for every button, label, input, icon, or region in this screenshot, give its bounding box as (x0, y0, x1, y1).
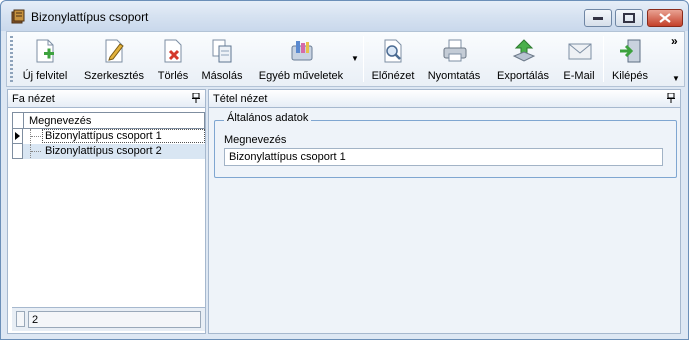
minimize-button[interactable] (584, 9, 612, 27)
email-icon (567, 38, 592, 64)
tree-pane-header[interactable]: Fa nézet (8, 90, 205, 108)
tree-row-label: Bizonylattípus csoport 2 (45, 145, 162, 157)
record-count: 2 (28, 311, 201, 328)
maximize-button[interactable] (615, 9, 643, 27)
toolbar-separator (363, 36, 364, 82)
edit-button[interactable]: Szerkesztés (80, 32, 148, 86)
preview-button[interactable]: Előnézet (369, 32, 417, 86)
toolbar-overflow-icon[interactable]: » (671, 34, 678, 48)
toolbar: Új felvitel Szerkesztés Törlés Másolás E (6, 31, 685, 87)
tree-column-label: Megnevezés (29, 115, 92, 127)
group-title: Általános adatok (224, 112, 312, 124)
copy-button[interactable]: Másolás (199, 32, 245, 86)
print-icon (442, 38, 467, 64)
pin-icon[interactable] (667, 93, 675, 103)
print-button[interactable]: Nyomtatás (424, 32, 484, 86)
name-field[interactable]: Bizonylattípus csoport 1 (224, 148, 663, 166)
window-title: Bizonylattípus csoport (31, 10, 149, 24)
export-button[interactable]: Exportálás (493, 32, 553, 86)
email-button[interactable]: E-Mail (559, 32, 599, 86)
current-row-arrow-icon (15, 132, 20, 140)
exit-icon (618, 38, 642, 64)
other-actions-icon (289, 38, 313, 64)
edit-label: Szerkesztés (84, 70, 144, 82)
row-indicator (12, 144, 23, 159)
detail-pane: Tétel nézet Általános adatok Megnevezés … (208, 89, 681, 334)
preview-icon (381, 38, 405, 64)
title-bar[interactable]: Bizonylattípus csoport (1, 1, 688, 31)
tree-column-header[interactable]: Megnevezés (12, 112, 205, 129)
tree-row[interactable]: Bizonylattípus csoport 2 (12, 144, 205, 159)
tree-row-label: Bizonylattípus csoport 1 (45, 130, 162, 142)
edit-icon (102, 38, 126, 64)
copy-label: Másolás (201, 70, 243, 82)
close-icon (659, 13, 671, 23)
toolbar-separator (603, 36, 604, 82)
exit-button[interactable]: Kilépés (608, 32, 652, 86)
preview-label: Előnézet (371, 70, 415, 82)
email-label: E-Mail (563, 70, 595, 82)
minimize-icon (593, 17, 603, 20)
new-record-button[interactable]: Új felvitel (19, 32, 71, 86)
other-actions-button[interactable]: Egyéb műveletek (253, 32, 349, 86)
tree-footer: 2 (12, 307, 205, 331)
new-record-label: Új felvitel (22, 70, 68, 82)
copy-icon (210, 38, 234, 64)
tree-row[interactable]: Bizonylattípus csoport 1 (12, 129, 205, 144)
export-icon (511, 38, 536, 64)
tree-pane: Fa nézet Megnevezés Bizonylattípus csopo… (7, 89, 206, 334)
export-label: Exportálás (497, 70, 549, 82)
detail-pane-title: Tétel nézet (213, 93, 268, 105)
pin-icon[interactable] (192, 93, 200, 103)
window: Bizonylattípus csoport Új felvitel Szerk… (0, 0, 689, 340)
dropdown-arrow-icon[interactable]: ▼ (351, 54, 359, 63)
delete-icon (161, 38, 185, 64)
toolbar-options-icon[interactable]: ▼ (672, 74, 680, 83)
print-label: Nyomtatás (427, 70, 481, 82)
close-button[interactable] (647, 9, 683, 27)
delete-button[interactable]: Törlés (154, 32, 192, 86)
detail-pane-header[interactable]: Tétel nézet (209, 90, 680, 108)
name-field-label: Megnevezés (224, 134, 287, 146)
app-icon (10, 9, 26, 25)
row-indicator (12, 129, 23, 144)
new-record-icon (33, 38, 57, 64)
delete-label: Törlés (157, 70, 189, 82)
tree-pane-title: Fa nézet (12, 93, 55, 105)
toolbar-grip[interactable] (10, 36, 13, 82)
other-actions-label: Egyéb műveletek (258, 70, 344, 82)
maximize-icon (623, 13, 635, 23)
exit-label: Kilépés (611, 70, 649, 82)
